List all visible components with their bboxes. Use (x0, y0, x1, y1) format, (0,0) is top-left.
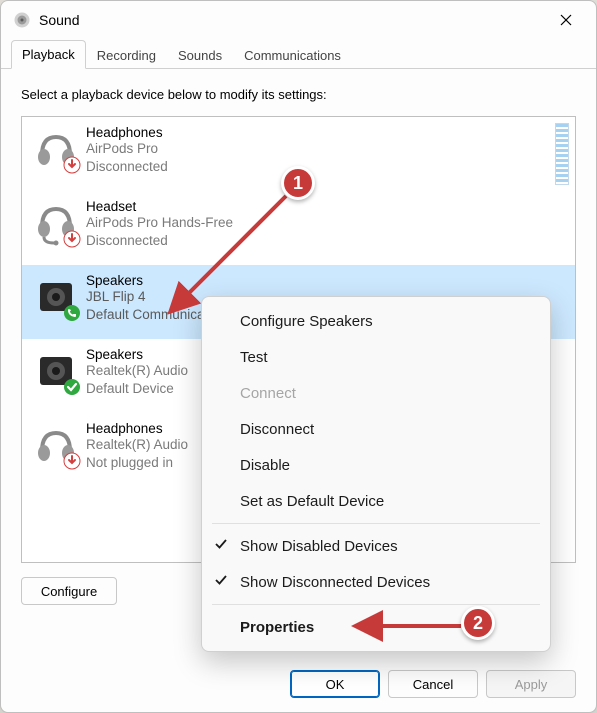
dialog-buttons: OK Cancel Apply (290, 670, 576, 698)
annotation-badge-1: 1 (281, 166, 315, 200)
cancel-button[interactable]: Cancel (388, 670, 478, 698)
device-name: Headphones (86, 125, 168, 140)
instruction-text: Select a playback device below to modify… (21, 87, 576, 102)
check-icon (214, 573, 228, 591)
window-title: Sound (39, 12, 79, 28)
ok-button[interactable]: OK (290, 670, 380, 698)
sound-dialog: Sound Playback Recording Sounds Communic… (0, 0, 597, 713)
annotation-badge-2: 2 (461, 606, 495, 640)
tab-playback[interactable]: Playback (11, 40, 86, 69)
annotation-arrow-1 (161, 191, 301, 321)
menu-label: Show Disabled Devices (240, 538, 398, 555)
speaker-icon (32, 273, 80, 321)
headset-icon (32, 199, 80, 247)
menu-separator (212, 604, 540, 605)
close-icon (560, 14, 572, 26)
check-icon (214, 537, 228, 555)
menu-disable[interactable]: Disable (202, 447, 550, 483)
device-subtitle: Realtek(R) Audio (86, 436, 188, 454)
menu-set-default[interactable]: Set as Default Device (202, 483, 550, 519)
menu-show-disabled[interactable]: Show Disabled Devices (202, 528, 550, 564)
phone-overlay-icon (63, 304, 81, 322)
headphones-icon (32, 125, 80, 173)
tab-sounds[interactable]: Sounds (167, 41, 233, 69)
menu-disconnect[interactable]: Disconnect (202, 411, 550, 447)
device-status: Not plugged in (86, 454, 188, 472)
configure-button[interactable]: Configure (21, 577, 117, 605)
device-status: Disconnected (86, 158, 168, 176)
device-name: Speakers (86, 347, 188, 362)
disconnected-overlay-icon (63, 230, 81, 248)
menu-test[interactable]: Test (202, 339, 550, 375)
speaker-icon (32, 347, 80, 395)
device-name: Headphones (86, 421, 188, 436)
device-status: Default Device (86, 380, 188, 398)
menu-connect: Connect (202, 375, 550, 411)
disconnected-overlay-icon (63, 156, 81, 174)
menu-show-disconnected[interactable]: Show Disconnected Devices (202, 564, 550, 600)
headphones-icon (32, 421, 80, 469)
tab-recording[interactable]: Recording (86, 41, 167, 69)
sound-app-icon (13, 11, 31, 29)
menu-separator (212, 523, 540, 524)
device-subtitle: Realtek(R) Audio (86, 362, 188, 380)
tab-strip: Playback Recording Sounds Communications (1, 39, 596, 69)
check-overlay-icon (63, 378, 81, 396)
tab-communications[interactable]: Communications (233, 41, 352, 69)
context-menu: Configure Speakers Test Connect Disconne… (201, 296, 551, 652)
disconnected-overlay-icon (63, 452, 81, 470)
titlebar: Sound (1, 1, 596, 39)
apply-button[interactable]: Apply (486, 670, 576, 698)
device-subtitle: AirPods Pro (86, 140, 168, 158)
level-meter (555, 123, 569, 185)
menu-label: Show Disconnected Devices (240, 574, 430, 591)
annotation-arrow-2 (351, 616, 471, 636)
close-button[interactable] (544, 5, 588, 35)
